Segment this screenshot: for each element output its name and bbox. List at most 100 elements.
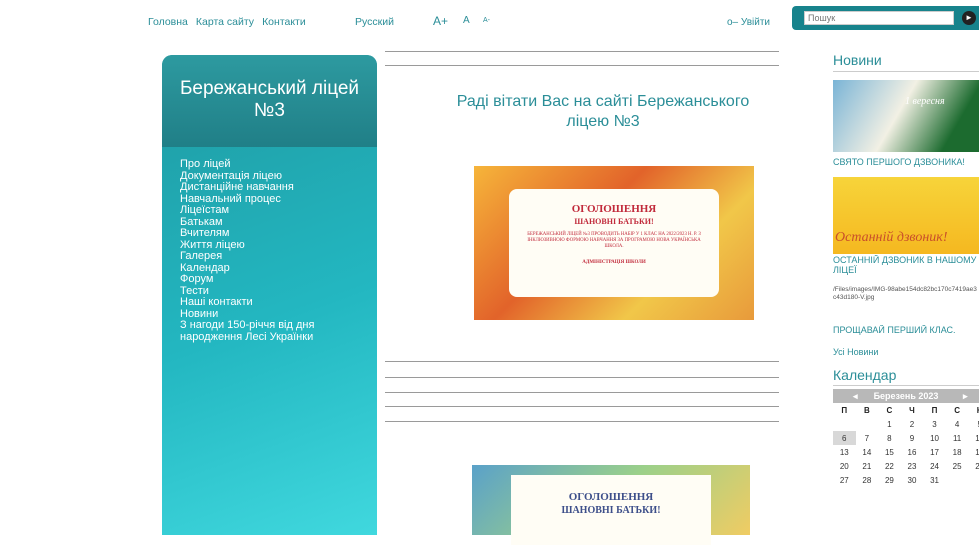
banner-text: БЕРЕЖАНСЬКИЙ ЛІЦЕЙ №3 ПРОВОДИТЬ НАБІР У … — [527, 232, 701, 249]
news-item-link[interactable]: ПРОЩАВАЙ ПЕРШИЙ КЛАС. — [833, 325, 979, 335]
search-bar: ► — [792, 6, 979, 30]
sidebar-menu: Про ліцей Документація ліцею Дистанційне… — [162, 147, 377, 343]
divider — [385, 65, 779, 66]
font-increase-button[interactable]: A+ — [433, 14, 448, 28]
news-item-link[interactable]: СВЯТО ПЕРШОГО ДЗВОНИКА! — [833, 157, 979, 167]
calendar-day[interactable]: 6 — [833, 431, 856, 445]
sidebar-item[interactable]: Наші контакти — [180, 296, 377, 309]
calendar-day[interactable]: 18 — [946, 445, 969, 459]
calendar-week: 13141516171819 — [833, 445, 979, 459]
banner-title: ОГОЛОШЕННЯ — [571, 203, 657, 215]
calendar-day — [856, 417, 879, 431]
calendar-day[interactable]: 19 — [968, 445, 979, 459]
calendar-week: 20212223242526 — [833, 459, 979, 473]
calendar-month: Березень 2023 — [873, 391, 939, 401]
calendar-day — [946, 473, 969, 487]
news-image-first-bell[interactable]: 1 вересня — [833, 80, 979, 152]
calendar-day[interactable]: 30 — [901, 473, 924, 487]
sidebar-item[interactable]: Галерея — [180, 250, 377, 263]
calendar-weekday: С — [886, 405, 893, 415]
calendar-day[interactable]: 28 — [856, 473, 879, 487]
sidebar-item[interactable]: Про ліцей — [180, 158, 377, 171]
calendar-day[interactable]: 8 — [878, 431, 901, 445]
calendar-day[interactable]: 14 — [856, 445, 879, 459]
calendar-day[interactable]: 26 — [968, 459, 979, 473]
calendar-day[interactable]: 15 — [878, 445, 901, 459]
calendar-day[interactable]: 21 — [856, 459, 879, 473]
language-link[interactable]: Русский — [355, 16, 394, 28]
calendar-day[interactable]: 17 — [923, 445, 946, 459]
sidebar-item[interactable]: Вчителям — [180, 227, 377, 240]
calendar-day[interactable]: 20 — [833, 459, 856, 473]
divider — [385, 406, 779, 407]
calendar-day[interactable]: 12 — [968, 431, 979, 445]
banner-subtitle: ШАНОВНІ БАТЬКИ! — [574, 217, 654, 226]
nav-sitemap-link[interactable]: Карта сайту — [196, 16, 254, 28]
welcome-text: Раді вітати Вас на сайті Бережанського л… — [456, 93, 750, 130]
nav-contacts-link[interactable]: Контакти — [262, 16, 306, 28]
calendar-day[interactable]: 7 — [856, 431, 879, 445]
sidebar: Бережанський ліцей №3 Про ліцей Документ… — [162, 55, 377, 535]
calendar-day[interactable]: 9 — [901, 431, 924, 445]
divider — [833, 71, 979, 72]
calendar-day[interactable]: 24 — [923, 459, 946, 473]
calendar-day[interactable]: 23 — [901, 459, 924, 473]
search-input[interactable] — [804, 11, 954, 25]
divider — [385, 361, 779, 362]
sidebar-item[interactable]: Дистанційне навчання — [180, 181, 377, 194]
divider — [385, 392, 779, 393]
banner-card: ОГОЛОШЕННЯ ШАНОВНІ БАТЬКИ! БЕРЕЖАНСЬКИЙ … — [509, 189, 719, 297]
banner-card: ОГОЛОШЕННЯ ШАНОВНІ БАТЬКИ! — [511, 475, 711, 545]
calendar-day[interactable]: 10 — [923, 431, 946, 445]
banner-title: ОГОЛОШЕННЯ — [568, 491, 654, 503]
news-image-last-bell[interactable]: Останній дзвоник! — [833, 177, 979, 254]
sidebar-item[interactable]: Форум — [180, 273, 377, 286]
chevron-left-icon[interactable]: ◂ — [853, 389, 858, 403]
divider — [385, 421, 779, 422]
news-image-caption: 1 вересня — [905, 96, 945, 107]
calendar-day[interactable]: 3 — [923, 417, 946, 431]
announcement-banner-2[interactable]: ОГОЛОШЕННЯ ШАНОВНІ БАТЬКИ! — [472, 465, 750, 545]
calendar-grid: ПВСЧПСН 12345678910111213141516171819202… — [833, 403, 979, 487]
calendar-week: 12345 — [833, 417, 979, 431]
calendar-weekday: Ч — [909, 405, 915, 415]
news-heading: Новини — [833, 52, 882, 68]
news-item-link[interactable]: ОСТАННІЙ ДЗВОНИК В НАШОМУ ЛІЦЕЇ — [833, 255, 979, 275]
calendar-day[interactable]: 25 — [946, 459, 969, 473]
font-decrease-button[interactable]: A- — [483, 17, 490, 24]
font-normal-button[interactable]: A — [463, 15, 470, 26]
top-nav: Головна Карта сайту Контакти — [148, 16, 306, 28]
calendar-day[interactable]: 4 — [946, 417, 969, 431]
calendar-day[interactable]: 5 — [968, 417, 979, 431]
calendar-day[interactable]: 11 — [946, 431, 969, 445]
calendar-day — [833, 417, 856, 431]
announcement-banner[interactable]: ОГОЛОШЕННЯ ШАНОВНІ БАТЬКИ! БЕРЕЖАНСЬКИЙ … — [474, 166, 754, 320]
news-image-caption: Останній дзвоник! — [835, 230, 948, 245]
calendar-day[interactable]: 13 — [833, 445, 856, 459]
calendar-day[interactable]: 16 — [901, 445, 924, 459]
broken-image: /Files/images/IMG-98abe154dc82bc170c7419… — [833, 286, 977, 301]
calendar-widget: ◂ Березень 2023 ▸ ПВСЧПСН 12345678910111… — [833, 389, 979, 487]
calendar-day — [968, 473, 979, 487]
sidebar-item[interactable]: З нагоди 150-річчя від дня народження Ле… — [180, 319, 350, 343]
chevron-right-icon[interactable]: ▸ — [963, 389, 968, 403]
calendar-week: 6789101112 — [833, 431, 979, 445]
arrow-right-icon[interactable]: ► — [962, 11, 976, 25]
divider — [385, 51, 779, 52]
calendar-day[interactable]: 31 — [923, 473, 946, 487]
calendar-day[interactable]: 2 — [901, 417, 924, 431]
calendar-day[interactable]: 27 — [833, 473, 856, 487]
login-link[interactable]: o– Увійти — [727, 17, 770, 28]
divider — [833, 385, 979, 386]
calendar-day[interactable]: 29 — [878, 473, 901, 487]
calendar-weekday: Н — [968, 403, 979, 417]
calendar-month-bar: ◂ Березень 2023 ▸ — [833, 389, 979, 403]
key-icon: o– — [727, 17, 739, 28]
calendar-weekday: С — [954, 405, 960, 415]
calendar-day[interactable]: 1 — [878, 417, 901, 431]
calendar-day[interactable]: 22 — [878, 459, 901, 473]
calendar-week: 27 28 29 30 31 — [833, 473, 979, 487]
sidebar-item[interactable]: Ліцеїстам — [180, 204, 377, 217]
nav-home-link[interactable]: Головна — [148, 16, 188, 28]
all-news-link[interactable]: Усі Новини — [833, 347, 979, 357]
